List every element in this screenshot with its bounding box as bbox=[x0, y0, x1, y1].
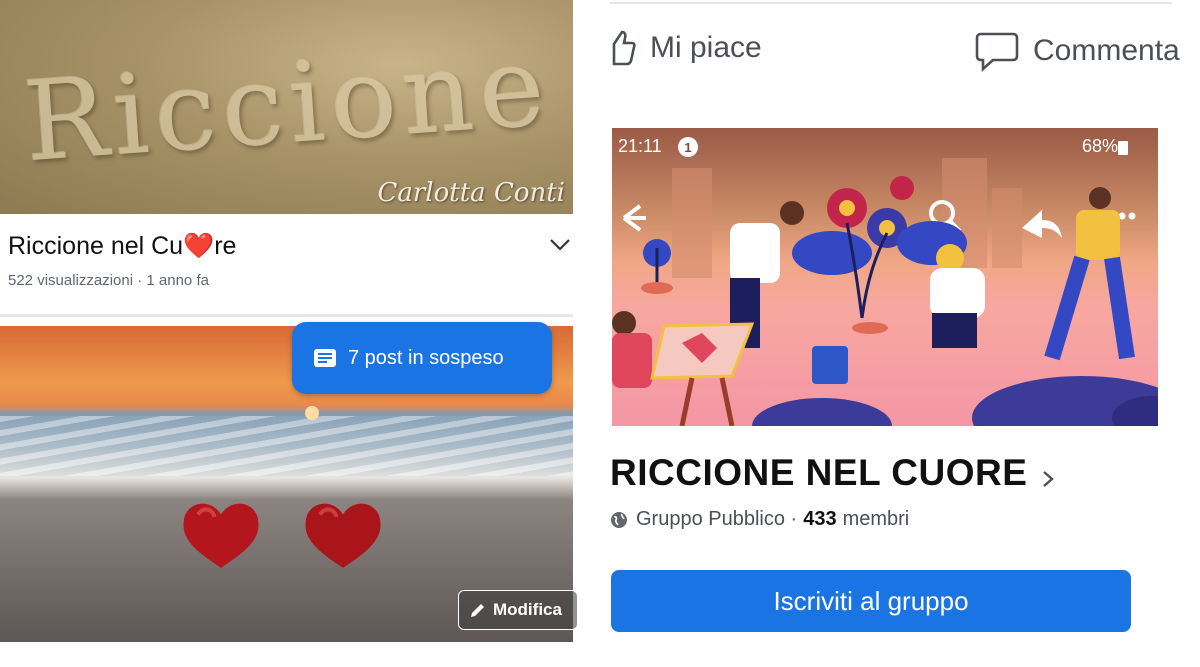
edit-button[interactable]: Modifica bbox=[458, 590, 578, 630]
like-button[interactable]: Mi piace bbox=[610, 30, 762, 66]
comment-button[interactable]: Commenta bbox=[975, 30, 1180, 72]
illustration-people-gardening bbox=[612, 176, 1158, 426]
comment-label: Commenta bbox=[1033, 34, 1180, 67]
chevron-right-icon[interactable] bbox=[1042, 470, 1054, 488]
sand-writing: Riccione bbox=[20, 21, 555, 187]
group-member-label: membri bbox=[842, 508, 910, 530]
heart-stone-left bbox=[183, 503, 259, 568]
group-cover-image[interactable]: 21:11 1 68% bbox=[612, 128, 1158, 426]
pending-posts-badge[interactable]: 7 post in sospeso bbox=[292, 322, 552, 394]
heart-stone-right bbox=[305, 503, 381, 568]
pencil-icon bbox=[471, 604, 484, 617]
chevron-down-icon[interactable] bbox=[549, 238, 571, 252]
group-member-count: 433 bbox=[803, 508, 837, 530]
divider bbox=[610, 2, 1172, 4]
join-group-button[interactable]: Iscriviti al gruppo bbox=[611, 570, 1131, 632]
video-title[interactable]: Riccione nel Cu❤️re bbox=[8, 232, 236, 261]
photo-credit: Carlotta Conti bbox=[377, 178, 565, 208]
comment-icon bbox=[975, 32, 1019, 72]
globe-icon bbox=[611, 511, 627, 528]
left-panel: Riccione Carlotta Conti Riccione nel Cu❤… bbox=[0, 0, 580, 667]
group-privacy: Gruppo Pubblico · bbox=[636, 508, 798, 530]
right-panel: Mi piace Commenta 21:11 1 68% RICCIONE N… bbox=[580, 0, 1200, 667]
group-name[interactable]: RICCIONE NEL CUORE bbox=[610, 452, 1027, 494]
pending-posts-label: 7 post in sospeso bbox=[348, 346, 504, 369]
group-info: Gruppo Pubblico · 433 membri bbox=[610, 508, 909, 531]
sun bbox=[305, 406, 319, 420]
video-thumbnail[interactable]: Riccione Carlotta Conti bbox=[0, 0, 573, 214]
sea-waves bbox=[0, 416, 573, 476]
post-list-icon bbox=[314, 349, 336, 367]
thumbs-up-icon bbox=[612, 30, 636, 66]
divider bbox=[0, 314, 573, 317]
edit-button-label: Modifica bbox=[493, 600, 562, 619]
like-label: Mi piace bbox=[650, 31, 762, 64]
video-meta: 522 visualizzazioni · 1 anno fa bbox=[8, 272, 209, 289]
